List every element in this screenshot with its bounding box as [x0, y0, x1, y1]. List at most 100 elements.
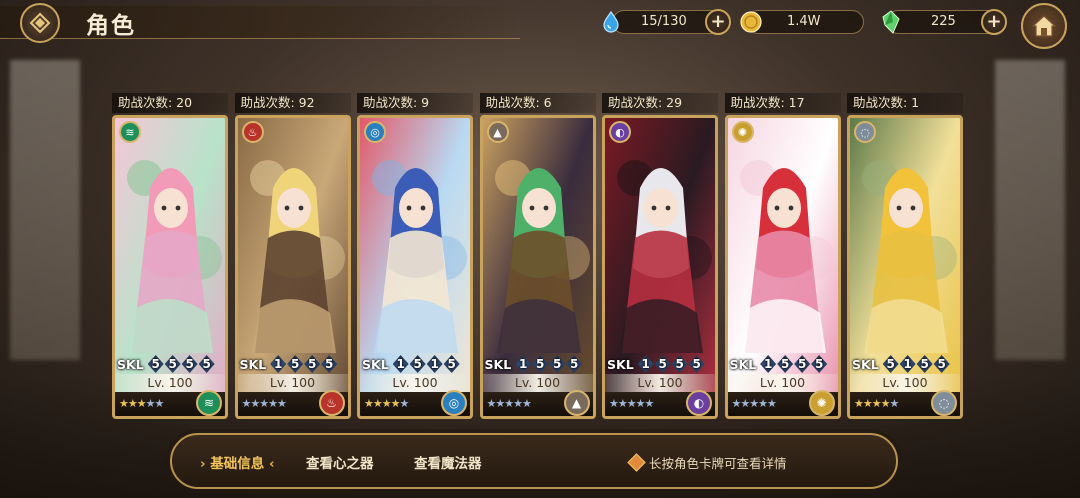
skill-level: 5 [198, 355, 215, 373]
gold-value: 1.4W [787, 14, 821, 29]
blue-star-icon: ★ [767, 397, 777, 410]
card-frame: ♨ SKL 1 5 5 5 Lv. 100 ★★★★★ ♨ [234, 115, 351, 419]
gem-counter: 225 + [882, 9, 1007, 35]
skill-label: SKL [484, 356, 512, 372]
gold-star-icon: ★ [136, 397, 147, 410]
gold-star-icon: ★ [364, 397, 374, 410]
assist-count-label: 助战次数: 92 [234, 93, 351, 113]
skill-level: 1 [637, 355, 654, 373]
blue-star-icon: ★ [626, 397, 637, 410]
skill-levels: SKL 1 5 5 5 [730, 354, 828, 374]
skill-label: SKL [117, 356, 144, 372]
skill-level: 1 [760, 355, 777, 373]
home-icon [1031, 15, 1057, 37]
card-frame: ✺ SKL 1 5 5 5 Lv. 100 ★★★★★ ✺ [724, 115, 841, 419]
long-press-hint: 长按角色卡牌可查看详情 [627, 453, 787, 472]
skill-levels: SKL 1 5 5 5 [485, 354, 583, 374]
fire-element-icon: ♨ [241, 121, 264, 143]
skill-level: 5 [181, 355, 198, 373]
back-button[interactable] [20, 3, 60, 43]
blue-star-icon: ★ [889, 397, 900, 410]
neutral-element-badge-icon: ◌ [931, 390, 957, 416]
card-footer: ★★★★★ ≋ [115, 390, 225, 416]
assist-count-label: 助战次数: 6 [479, 93, 596, 113]
skill-level: 5 [882, 355, 899, 373]
skill-levels: SKL 5 5 5 5 [117, 354, 215, 374]
assist-count-label: 助战次数: 9 [357, 93, 473, 113]
blue-star-icon: ★ [504, 397, 514, 410]
tab-arrow-right: ‹ [268, 456, 275, 472]
stamina-value: 15/130 [641, 14, 687, 29]
gold-star-icon: ★ [862, 397, 873, 410]
skill-level: 1 [392, 355, 409, 373]
water-element-badge-icon: ◎ [441, 390, 467, 416]
card-footer: ★★★★★ ◌ [850, 390, 960, 416]
card-frame: ◐ SKL 1 5 5 5 Lv. 100 ★★★★★ ◐ [602, 115, 718, 419]
assist-count-label: 助战次数: 17 [724, 93, 841, 113]
blue-star-icon: ★ [250, 397, 260, 410]
assist-count-label: 助战次数: 1 [847, 93, 963, 113]
skill-level: 1 [426, 355, 443, 373]
card-footer: ★★★★★ ◐ [605, 390, 715, 416]
gold-star-icon: ★ [372, 397, 383, 410]
home-button[interactable] [1021, 3, 1067, 49]
skill-levels: SKL 1 5 5 5 [607, 354, 705, 374]
blue-star-icon: ★ [644, 397, 655, 410]
skill-label: SKL [852, 356, 879, 372]
title-ribbon [0, 6, 520, 39]
blue-star-icon: ★ [749, 397, 759, 410]
card-frame: ≋ SKL 5 5 5 5 Lv. 100 ★★★★★ ≋ [112, 115, 228, 419]
tab-magic-device[interactable]: 查看魔法器 [414, 452, 482, 472]
blue-star-icon: ★ [495, 397, 505, 410]
earth-element-icon: ▲ [486, 121, 509, 143]
blue-star-icon: ★ [259, 397, 269, 410]
skill-level: 5 [916, 355, 933, 373]
light-element-badge-icon: ✺ [808, 390, 835, 416]
add-gems-button[interactable]: + [981, 9, 1007, 35]
background-window [995, 60, 1065, 360]
skill-levels: SKL 1 5 1 5 [362, 354, 460, 374]
plus-icon: + [986, 11, 1002, 32]
page-title: 角色 [86, 13, 136, 39]
diamond-back-icon [29, 12, 51, 34]
blue-star-icon: ★ [740, 397, 750, 410]
blue-star-icon: ★ [154, 397, 165, 410]
wind-element-icon: ≋ [119, 121, 141, 143]
water-drop-icon [603, 10, 619, 33]
gold-coin-icon [740, 11, 762, 33]
skill-level: 5 [777, 355, 794, 373]
tab-label: 查看心之器 [306, 456, 374, 472]
gold-star-icon: ★ [381, 397, 392, 410]
tab-label: 基础信息 [210, 456, 265, 472]
skill-level: 5 [794, 355, 811, 373]
rarity-stars: ★★★★★ [732, 397, 777, 410]
skill-label: SKL [729, 356, 757, 372]
wind-element-badge-icon: ≋ [196, 390, 222, 416]
rarity-stars: ★★★★★ [609, 397, 655, 410]
tab-heart-device[interactable]: 查看心之器 [306, 452, 374, 472]
hint-text: 长按角色卡牌可查看详情 [649, 456, 787, 471]
skill-label: SKL [607, 356, 634, 372]
skill-level: 5 [811, 355, 828, 373]
skill-level: 5 [304, 355, 321, 373]
skill-levels: SKL 1 5 5 5 [240, 354, 338, 374]
card-footer: ★★★★★ ✺ [727, 390, 838, 416]
tab-basic-info[interactable]: › 基础信息 ‹ [200, 452, 275, 472]
skill-level: 5 [549, 355, 566, 373]
card-frame: ◌ SKL 5 1 5 5 Lv. 100 ★★★★★ ◌ [847, 115, 963, 419]
tab-arrow-left: › [200, 456, 206, 472]
skill-level: 1 [515, 355, 532, 373]
plus-icon: + [710, 11, 726, 32]
blue-star-icon: ★ [522, 397, 532, 410]
skill-level: 5 [443, 355, 460, 373]
dark-element-badge-icon: ◐ [686, 390, 712, 416]
tab-label: 查看魔法器 [414, 456, 482, 472]
light-element-icon: ✺ [731, 121, 754, 143]
rarity-stars: ★★★★★ [242, 397, 287, 410]
skill-level: 5 [566, 355, 583, 373]
hint-diamond-icon [627, 453, 646, 472]
add-stamina-button[interactable]: + [705, 9, 731, 35]
blue-star-icon: ★ [277, 397, 287, 410]
top-bar: 角色 15/130 + 1.4W 225 + [0, 0, 1080, 49]
blue-star-icon: ★ [145, 397, 156, 410]
